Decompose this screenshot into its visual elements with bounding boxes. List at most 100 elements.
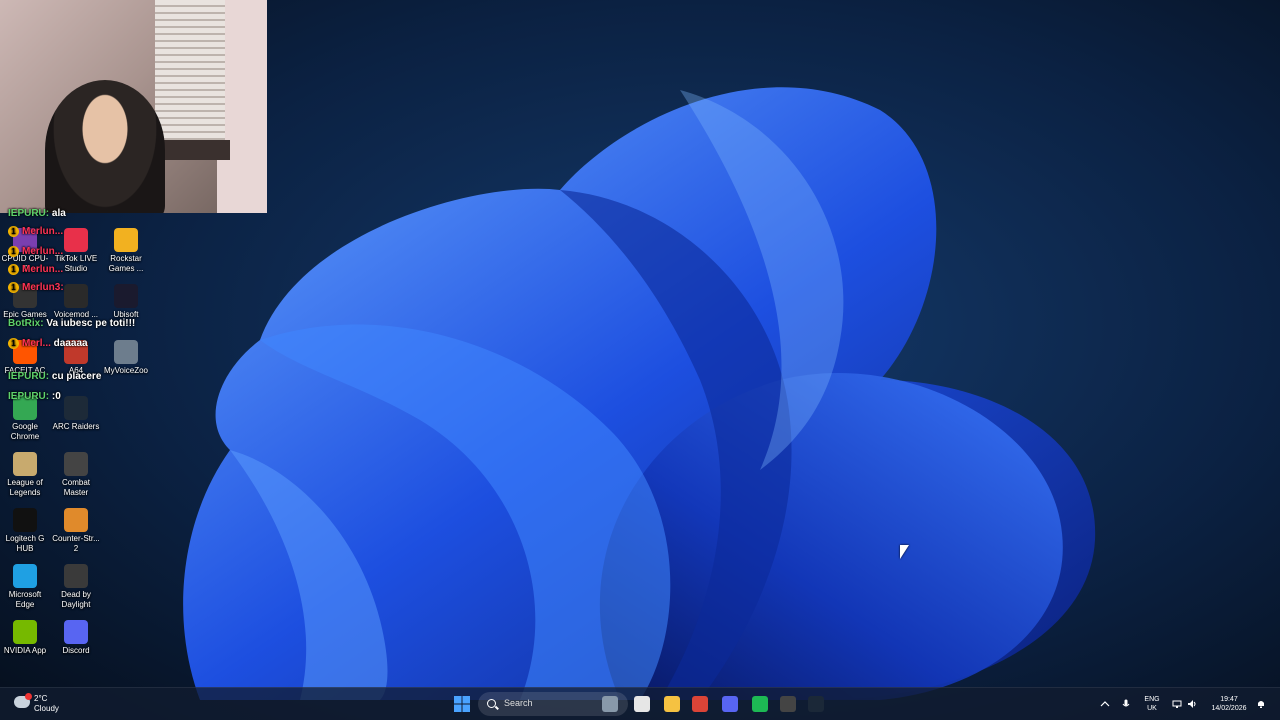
desktop-icon[interactable]: Discord xyxy=(51,620,101,656)
chevron-up-icon[interactable] xyxy=(1100,699,1110,709)
desktop-icon[interactable]: League of Legends xyxy=(0,452,50,498)
volume-icon[interactable] xyxy=(1187,699,1197,709)
chat-username: Merlun3: xyxy=(22,282,64,294)
desktop-icon[interactable]: Combat Master xyxy=(51,452,101,498)
arc-raiders-icon xyxy=(64,396,88,420)
streamer xyxy=(45,80,165,213)
subscriber-badge-icon: 1 xyxy=(8,264,19,275)
widgets-icon[interactable] xyxy=(598,692,622,716)
chat-message: IEPURU: cu placere xyxy=(8,371,101,382)
obs-glyph-icon xyxy=(780,696,796,712)
spotify-glyph-icon xyxy=(752,696,768,712)
desktop-icon-label: Counter-Str... 2 xyxy=(52,534,100,553)
desktop-icon-label: Dead by Daylight xyxy=(61,590,91,609)
chat-message: 1 Merlun... xyxy=(8,264,63,275)
chat-message: BotRix: Va iubesc pe toti!!! xyxy=(8,318,135,329)
spotify-icon[interactable] xyxy=(748,692,772,716)
weather-description: Cloudy xyxy=(34,704,59,713)
widgets-glyph-icon xyxy=(602,696,618,712)
chat-username: IEPURU: xyxy=(8,208,50,219)
cloud-icon xyxy=(14,693,32,708)
language-code: ENG xyxy=(1144,696,1160,703)
network-icon[interactable] xyxy=(1172,699,1182,709)
desktop-icon[interactable]: Google Chrome xyxy=(0,396,50,442)
desktop-icon[interactable]: Logitech G HUB xyxy=(0,508,50,554)
league-icon xyxy=(13,452,37,476)
microphone-icon[interactable] xyxy=(1121,699,1131,709)
chat-message: IEPURU: ala xyxy=(8,208,66,219)
window-blind xyxy=(155,0,225,160)
voicemod-icon xyxy=(64,284,88,308)
discord-icon xyxy=(64,620,88,644)
desktop-icon-label: Combat Master xyxy=(61,478,90,497)
desktop-icon-label: ARC Raiders xyxy=(52,422,100,431)
task-view-icon[interactable] xyxy=(630,692,654,716)
subscriber-badge-icon: 1 xyxy=(8,226,19,237)
chat-username: IEPURU: xyxy=(8,371,50,382)
start-button[interactable] xyxy=(450,692,474,716)
chat-text: Va iubesc pe toti!!! xyxy=(43,318,136,329)
steam-glyph-icon xyxy=(808,696,824,712)
chat-username: Merlun... xyxy=(22,226,64,238)
desktop-icon-label: Rockstar Games ... xyxy=(108,254,144,273)
obs-icon[interactable] xyxy=(776,692,800,716)
chat-username: Merl... xyxy=(22,338,51,350)
ubisoft-icon xyxy=(114,284,138,308)
desktop-icon[interactable]: Dead by Daylight xyxy=(51,564,101,610)
webcam-overlay xyxy=(0,0,267,213)
chat-text: daaaaa xyxy=(50,338,88,350)
windows-logo-icon xyxy=(454,696,470,712)
subscriber-badge-icon: 1 xyxy=(8,338,19,349)
discord-taskbar-icon[interactable] xyxy=(718,692,742,716)
edge-icon xyxy=(13,564,37,588)
chat-username: BotRix: xyxy=(8,318,44,329)
chat-username: Merlun... xyxy=(22,246,64,258)
clock-time: 19:47 xyxy=(1220,696,1238,703)
cs2-icon xyxy=(64,508,88,532)
desktop-icon-label: Discord xyxy=(62,646,90,655)
taskbar: 2°C Cloudy Search ENG UK 19:47 14/02/202… xyxy=(0,687,1280,720)
myvoicezoo-icon xyxy=(114,340,138,364)
desktop-icon-label: MyVoiceZoo xyxy=(103,366,149,375)
desktop-icon-label: Logitech G HUB xyxy=(5,534,45,553)
desktop-icon-label: Google Chrome xyxy=(10,422,40,441)
desktop-icon[interactable]: NVIDIA App xyxy=(0,620,50,656)
weather-temperature: 2°C xyxy=(34,694,48,703)
desktop-icon[interactable]: Microsoft Edge xyxy=(0,564,50,610)
chat-message: 1 Merlun... xyxy=(8,226,63,237)
chat-text: :0 xyxy=(49,391,61,402)
desktop-icon[interactable]: MyVoiceZoo xyxy=(101,340,151,376)
desktop-icon[interactable]: Counter-Str... 2 xyxy=(51,508,101,554)
notification-icon[interactable] xyxy=(1256,699,1266,709)
discord-taskbar-glyph-icon xyxy=(722,696,738,712)
desktop-icon-label: League of Legends xyxy=(7,478,43,497)
subscriber-badge-icon: 1 xyxy=(8,246,19,257)
desktop-icon[interactable]: Ubisoft xyxy=(101,284,151,320)
language-indicator[interactable]: ENG UK xyxy=(1140,695,1164,713)
desktop-icon-label: NVIDIA App xyxy=(3,646,47,655)
keyboard-region: UK xyxy=(1147,705,1157,712)
chat-username: Merlun... xyxy=(22,264,64,276)
logitech-icon xyxy=(13,508,37,532)
dbd-icon xyxy=(64,564,88,588)
clock-date: 14/02/2026 xyxy=(1211,705,1247,712)
chrome-taskbar-glyph-icon xyxy=(692,696,708,712)
chat-message: 1 Merlun3: xyxy=(8,282,64,293)
tiktok-icon xyxy=(64,228,88,252)
task-view-glyph-icon xyxy=(634,696,650,712)
subscriber-badge-icon: 1 xyxy=(8,282,19,293)
chat-username: IEPURU: xyxy=(8,391,50,402)
chat-text: cu placere xyxy=(49,371,102,382)
desktop-icon-label: Microsoft Edge xyxy=(8,590,42,609)
chat-message: 1 Merl... daaaaa xyxy=(8,338,88,349)
steam-icon[interactable] xyxy=(804,692,828,716)
nvidia-icon xyxy=(13,620,37,644)
search-placeholder: Search xyxy=(504,698,533,708)
combat-master-icon xyxy=(64,452,88,476)
rockstar-icon xyxy=(114,228,138,252)
file-explorer-icon[interactable] xyxy=(660,692,684,716)
chrome-taskbar-icon[interactable] xyxy=(688,692,712,716)
chat-text: ala xyxy=(49,208,66,219)
clock[interactable]: 19:47 14/02/2026 xyxy=(1200,695,1258,713)
desktop-icon[interactable]: Rockstar Games ... xyxy=(101,228,151,274)
